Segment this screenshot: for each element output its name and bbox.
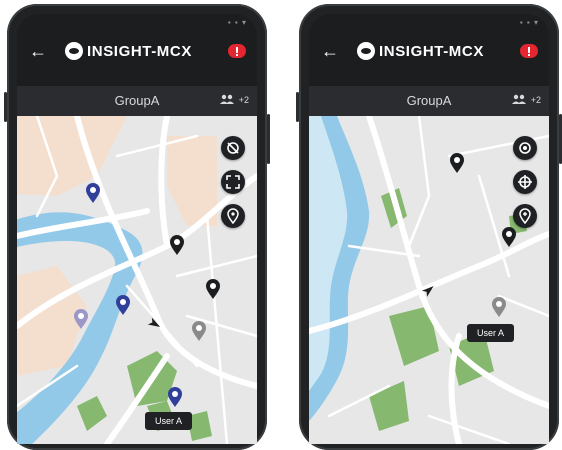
group-members[interactable]: +2 (511, 94, 541, 106)
pin-plus-icon (519, 208, 531, 224)
map-pin-blue[interactable] (85, 182, 101, 204)
group-bar: GroupA +2 (309, 86, 549, 116)
emergency-alert-icon[interactable] (519, 42, 539, 60)
pin-plus-button[interactable] (513, 204, 537, 228)
brand: INSIGHT-MCX (65, 41, 192, 61)
status-bar: ▪ ▪ ▾ (519, 18, 539, 27)
screen-right: ▪ ▪ ▾ ← INSIGHT-MCX GroupA +2 User A (309, 14, 549, 444)
insight-logo-icon (357, 42, 375, 60)
user-label[interactable]: User A (145, 412, 193, 430)
group-bar: GroupA +2 (17, 86, 257, 116)
fullscreen-icon (226, 175, 240, 189)
map-pin-lavender[interactable] (73, 308, 89, 330)
group-members-icon (219, 94, 234, 104)
map-pin-blue[interactable] (115, 294, 131, 316)
navigation-arrow-icon (147, 317, 161, 327)
map-view[interactable]: User A (17, 116, 257, 444)
screen-left: ▪ ▪ ▾ ← INSIGHT-MCX GroupA +2 User A (17, 14, 257, 444)
pin-button[interactable] (221, 204, 245, 228)
status-bar: ▪ ▪ ▾ (227, 18, 247, 27)
app-title: INSIGHT-MCX (87, 42, 192, 60)
members-count: +2 (530, 95, 541, 105)
map-pin-black[interactable] (501, 226, 517, 248)
volume-button (296, 92, 299, 122)
pin-icon (227, 208, 239, 224)
group-members[interactable]: +2 (219, 94, 249, 106)
map-pin-gray[interactable] (491, 296, 507, 318)
group-members-icon (511, 94, 526, 104)
back-arrow-icon[interactable]: ← (27, 40, 49, 62)
map-pin-gray[interactable] (191, 320, 207, 342)
app-title: INSIGHT-MCX (379, 42, 484, 60)
power-button (267, 114, 270, 164)
map-pin-black[interactable] (169, 234, 185, 256)
navigation-arrow-icon (421, 286, 434, 297)
map-tiles (17, 116, 257, 444)
fullscreen-button[interactable] (221, 170, 245, 194)
my-location-button[interactable] (513, 136, 537, 160)
map-pin-black[interactable] (449, 152, 465, 174)
app-bar: ← INSIGHT-MCX (17, 32, 257, 70)
crosshair-icon (518, 175, 532, 189)
location-off-icon (227, 142, 239, 154)
members-count: +2 (238, 95, 249, 105)
map-tiles (309, 116, 549, 444)
insight-logo-icon (65, 42, 83, 60)
brand: INSIGHT-MCX (357, 41, 484, 61)
emergency-alert-icon[interactable] (227, 42, 247, 60)
map-pin-blue[interactable] (167, 386, 183, 408)
user-label[interactable]: User A (467, 324, 515, 342)
back-arrow-icon[interactable]: ← (319, 40, 341, 62)
phone-left: ▪ ▪ ▾ ← INSIGHT-MCX GroupA +2 User A (4, 4, 270, 450)
my-location-icon (519, 142, 531, 154)
map-pin-black[interactable] (205, 278, 221, 300)
map-view[interactable]: User A (309, 116, 549, 444)
volume-button (4, 92, 7, 122)
app-bar: ← INSIGHT-MCX (309, 32, 549, 70)
crosshair-button[interactable] (513, 170, 537, 194)
phone-right: ▪ ▪ ▾ ← INSIGHT-MCX GroupA +2 User A (296, 4, 562, 450)
location-off-button[interactable] (221, 136, 245, 160)
